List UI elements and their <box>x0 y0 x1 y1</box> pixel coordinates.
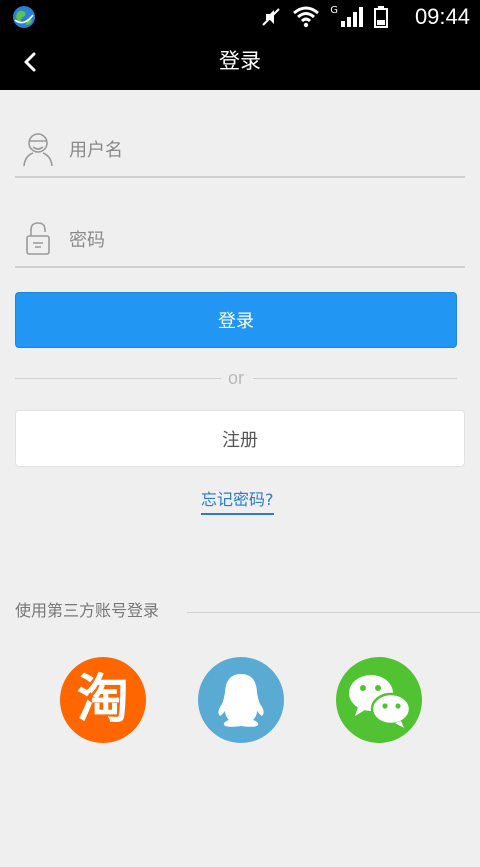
qq-icon <box>218 674 264 727</box>
status-icons: G <box>260 4 388 28</box>
taobao-login-button[interactable]: 淘 <box>60 657 146 743</box>
forgot-password-link[interactable]: 忘记密码? <box>201 489 274 515</box>
or-divider: or <box>15 366 457 392</box>
password-field[interactable] <box>15 220 465 268</box>
username-input[interactable] <box>69 134 449 166</box>
third-party-login-label: 使用第三方账号登录 <box>15 601 160 620</box>
status-bar: G 09:44 <box>0 0 480 34</box>
divider-line <box>187 612 480 613</box>
globe-icon <box>13 6 35 28</box>
divider-line <box>253 378 457 379</box>
wechat-icon <box>349 675 412 728</box>
lock-icon <box>26 222 50 255</box>
user-icon <box>23 133 53 167</box>
register-button[interactable]: 注册 <box>15 410 465 467</box>
qq-login-button[interactable] <box>198 657 284 743</box>
login-button[interactable]: 登录 <box>15 292 457 348</box>
clock: 09:44 <box>414 4 470 29</box>
username-field[interactable] <box>15 130 465 178</box>
third-party-login-header: 使用第三方账号登录 <box>15 600 480 624</box>
network-type-label: G <box>330 4 338 16</box>
password-input[interactable] <box>69 224 449 256</box>
taobao-icon: 淘 <box>76 670 129 730</box>
mute-icon <box>262 8 280 26</box>
wechat-login-button[interactable] <box>336 657 422 743</box>
battery-icon <box>374 6 388 28</box>
navigation-bar: 登录 <box>0 34 480 90</box>
wifi-icon <box>293 6 320 28</box>
signal-icon <box>341 7 363 27</box>
page-title: 登录 <box>219 49 261 73</box>
